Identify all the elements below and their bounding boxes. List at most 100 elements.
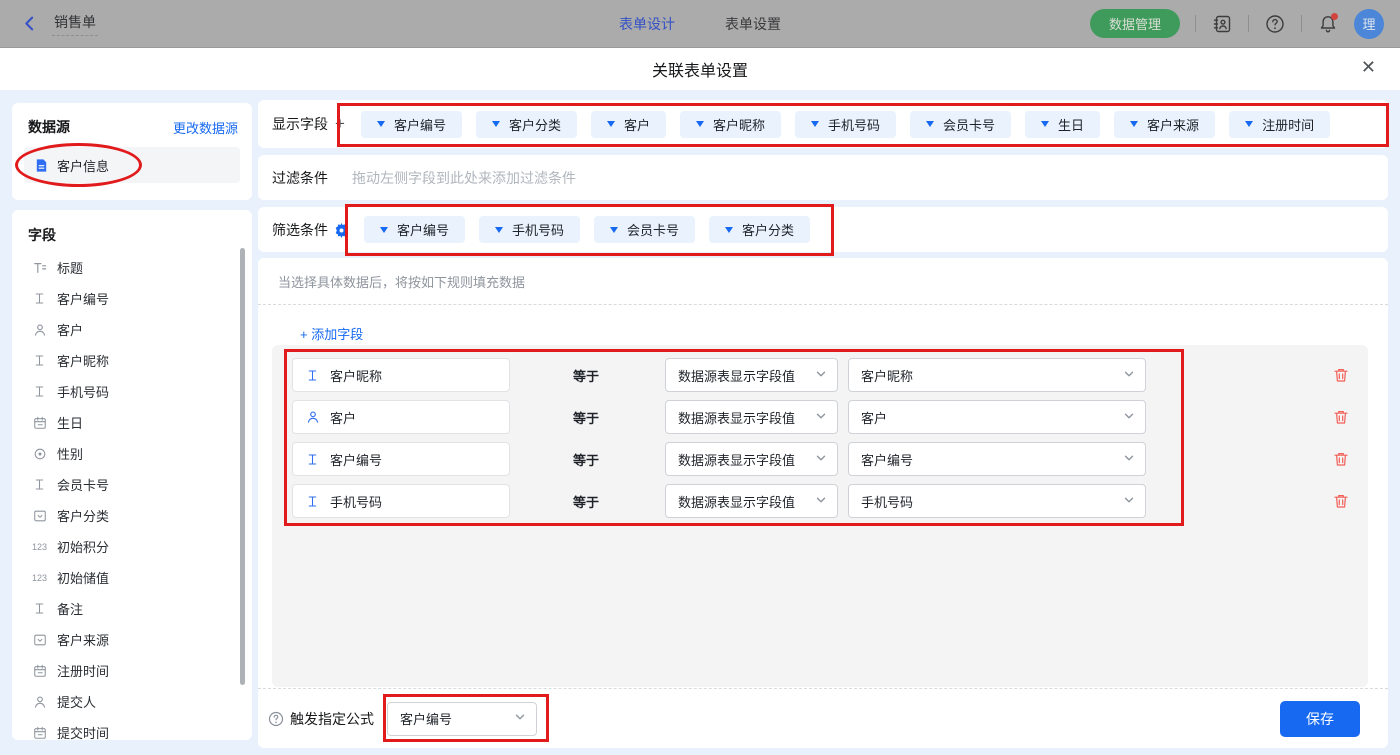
rule-value-select[interactable]: 客户昵称 [848, 358, 1146, 392]
caret-down-icon[interactable] [377, 121, 385, 127]
field-tag[interactable]: 注册时间 [1229, 111, 1330, 138]
caret-down-icon[interactable] [811, 121, 819, 127]
divider [1301, 15, 1302, 32]
field-type-icon [305, 368, 320, 383]
rule-target-field[interactable]: 客户编号 [292, 442, 510, 476]
avatar[interactable]: 理 [1354, 9, 1384, 39]
field-tag[interactable]: 手机号码 [795, 111, 896, 138]
chevron-down-icon [1123, 494, 1135, 509]
rule-value-select[interactable]: 客户编号 [848, 442, 1146, 476]
caret-down-icon[interactable] [1130, 121, 1138, 127]
field-list-item[interactable]: 客户来源 [12, 624, 252, 655]
caret-down-icon[interactable] [696, 121, 704, 127]
field-tag[interactable]: 客户来源 [1114, 111, 1215, 138]
add-display-field-button[interactable]: + [335, 114, 345, 134]
rule-target-field[interactable]: 客户 [292, 400, 510, 434]
field-list-item[interactable]: 123 初始积分 [12, 531, 252, 562]
field-list-item[interactable]: 提交时间 [12, 717, 252, 740]
trigger-formula-select[interactable]: 客户编号 [387, 702, 537, 736]
screen-label: 筛选条件 [272, 220, 328, 240]
caret-down-icon[interactable] [610, 227, 618, 233]
field-list-item[interactable]: 生日 [12, 407, 252, 438]
modal-content: 数据源 更改数据源 客户信息 字段 标题 客户编号 客户 [0, 90, 1400, 755]
caret-down-icon[interactable] [495, 227, 503, 233]
field-tag[interactable]: 客户编号 [364, 216, 465, 243]
field-tag[interactable]: 客户分类 [709, 216, 810, 243]
caret-down-icon[interactable] [926, 121, 934, 127]
field-type-icon [32, 477, 47, 492]
rule-source-select[interactable]: 数据源表显示字段值 [665, 358, 838, 392]
delete-rule-icon[interactable] [1333, 409, 1349, 425]
filter-label: 过滤条件 [272, 168, 328, 188]
chevron-down-icon [815, 410, 827, 425]
fields-card: 字段 标题 客户编号 客户 客户昵称 手机号码 [12, 210, 252, 740]
field-list-item[interactable]: 客户分类 [12, 500, 252, 531]
field-type-icon [32, 322, 47, 337]
rule-row: 手机号码 等于 数据源表显示字段值 手机号码 [292, 484, 1349, 518]
data-manage-button[interactable]: 数据管理 [1090, 9, 1180, 38]
field-tag[interactable]: 手机号码 [479, 216, 580, 243]
chevron-down-icon [1123, 368, 1135, 383]
field-list-item[interactable]: 性别 [12, 438, 252, 469]
field-list-item[interactable]: 客户编号 [12, 283, 252, 314]
field-type-icon [32, 508, 47, 523]
field-list-item[interactable]: 会员卡号 [12, 469, 252, 500]
caret-down-icon[interactable] [725, 227, 733, 233]
caret-down-icon[interactable] [607, 121, 615, 127]
datasource-card: 数据源 更改数据源 客户信息 [12, 103, 252, 200]
field-tag[interactable]: 客户 [591, 111, 666, 138]
filter-dropzone[interactable]: 拖动左侧字段到此处来添加过滤条件 [352, 168, 576, 188]
rule-source-select[interactable]: 数据源表显示字段值 [665, 484, 838, 518]
chevron-down-icon [815, 368, 827, 383]
rule-value-select[interactable]: 客户 [848, 400, 1146, 434]
close-icon[interactable]: ✕ [1361, 57, 1376, 78]
caret-down-icon[interactable] [1041, 121, 1049, 127]
notification-bell-icon[interactable] [1317, 13, 1339, 35]
rule-target-field[interactable]: 手机号码 [292, 484, 510, 518]
save-button[interactable]: 保存 [1280, 701, 1360, 737]
field-tag[interactable]: 会员卡号 [594, 216, 695, 243]
rule-source-select[interactable]: 数据源表显示字段值 [665, 442, 838, 476]
field-list-item[interactable]: 标题 [12, 252, 252, 283]
field-tag[interactable]: 会员卡号 [910, 111, 1011, 138]
rules-card: 当选择具体数据后，将按如下规则填充数据 + 添加字段 客户昵称 等于 数据源表显… [258, 258, 1388, 748]
delete-rule-icon[interactable] [1333, 493, 1349, 509]
field-tag[interactable]: 生日 [1025, 111, 1100, 138]
gear-icon[interactable] [334, 223, 350, 239]
delete-rule-icon[interactable] [1333, 367, 1349, 383]
topbar-tab[interactable]: 表单设置 [725, 14, 781, 34]
caret-down-icon[interactable] [1245, 121, 1253, 127]
question-circle-icon[interactable] [268, 711, 284, 727]
display-field-tags: 客户编号 客户分类 客户 客户昵称 手机号码 会员卡号 [361, 111, 1330, 138]
caret-down-icon[interactable] [492, 121, 500, 127]
datasource-item[interactable]: 客户信息 [24, 147, 240, 183]
delete-rule-icon[interactable] [1333, 451, 1349, 467]
change-datasource-link[interactable]: 更改数据源 [173, 118, 238, 137]
field-list-item[interactable]: 注册时间 [12, 655, 252, 686]
scrollbar-thumb[interactable] [240, 248, 245, 685]
field-list-item[interactable]: 客户昵称 [12, 345, 252, 376]
field-type-icon [32, 384, 47, 399]
field-list-item[interactable]: 客户 [12, 314, 252, 345]
caret-down-icon[interactable] [380, 227, 388, 233]
field-list-item[interactable]: 123 初始储值 [12, 562, 252, 593]
help-icon[interactable] [1264, 13, 1286, 35]
field-type-icon [32, 415, 47, 430]
field-list-item[interactable]: 提交人 [12, 686, 252, 717]
rule-target-field[interactable]: 客户昵称 [292, 358, 510, 392]
field-list-item[interactable]: 备注 [12, 593, 252, 624]
add-field-link[interactable]: + 添加字段 [258, 305, 388, 343]
divider [1248, 15, 1249, 32]
field-list-item[interactable]: 手机号码 [12, 376, 252, 407]
notification-dot [1331, 13, 1338, 20]
field-tag[interactable]: 客户昵称 [680, 111, 781, 138]
topbar-tab[interactable]: 表单设计 [619, 14, 675, 34]
rule-source-select[interactable]: 数据源表显示字段值 [665, 400, 838, 434]
field-tag[interactable]: 客户编号 [361, 111, 462, 138]
contacts-book-icon[interactable] [1211, 13, 1233, 35]
rules-hint: 当选择具体数据后，将按如下规则填充数据 [258, 258, 1388, 305]
field-tag[interactable]: 客户分类 [476, 111, 577, 138]
rule-value-select[interactable]: 手机号码 [848, 484, 1146, 518]
display-fields-label: 显示字段 [272, 114, 328, 134]
modal-title: 关联表单设置 [0, 48, 1400, 90]
